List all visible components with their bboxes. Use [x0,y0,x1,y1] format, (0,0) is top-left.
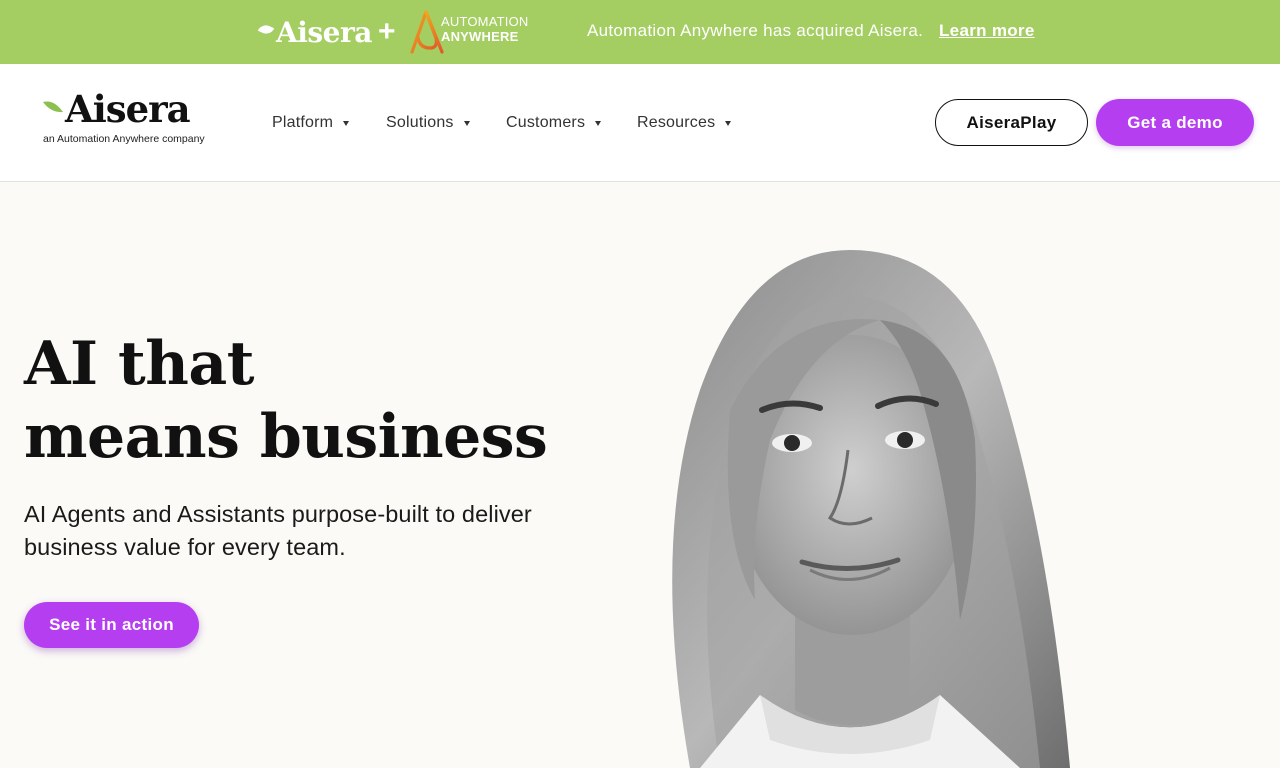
partner-line2: ANYWHERE [441,29,519,44]
nav-label: Solutions [386,114,454,131]
learn-more-link[interactable]: Learn more [939,21,1035,41]
nav-label: Platform [272,114,334,131]
banner-brand: Aisera [276,15,372,49]
leaf-icon [257,21,275,37]
caret-down-icon [463,120,470,126]
hero-title: AI that means business [24,328,584,474]
hero-title-line1: AI that [24,329,254,399]
banner-aisera-logo: Aisera [257,14,372,50]
aisera-leaf-icon[interactable] [42,100,64,114]
caret-down-icon [595,120,602,126]
site-logo[interactable]: Aisera [65,87,191,131]
see-it-in-action-button[interactable]: See it in action [24,602,199,648]
nav-resources[interactable]: Resources [637,112,732,134]
hero-subtitle-line1: AI Agents and Assistants purpose-built t… [24,501,532,527]
partner-line1: AUTOMATION [441,14,529,29]
automation-anywhere-logo-icon [410,10,444,54]
automation-anywhere-wordmark: AUTOMATION ANYWHERE [441,14,531,44]
aiseraplay-button[interactable]: AiseraPlay [935,99,1088,146]
hero-portrait-image [672,250,1070,768]
hero-title-line2: means business [24,402,548,472]
banner-plus: + [378,15,396,48]
nav-solutions[interactable]: Solutions [386,112,470,134]
nav-customers[interactable]: Customers [506,112,602,134]
hero-subtitle: AI Agents and Assistants purpose-built t… [24,498,584,564]
caret-down-icon [343,120,350,126]
hero-subtitle-line2: business value for every team. [24,534,346,560]
logo-tagline: an Automation Anywhere company [43,133,205,145]
banner-message: Automation Anywhere has acquired Aisera. [587,21,924,40]
nav-label: Resources [637,114,716,131]
nav-label: Customers [506,114,586,131]
caret-down-icon [725,120,732,126]
announcement-banner: Aisera + AUTOMATION ANYWHERE Automation … [0,0,1280,64]
nav-platform[interactable]: Platform [272,112,350,134]
get-a-demo-button[interactable]: Get a demo [1096,99,1254,146]
